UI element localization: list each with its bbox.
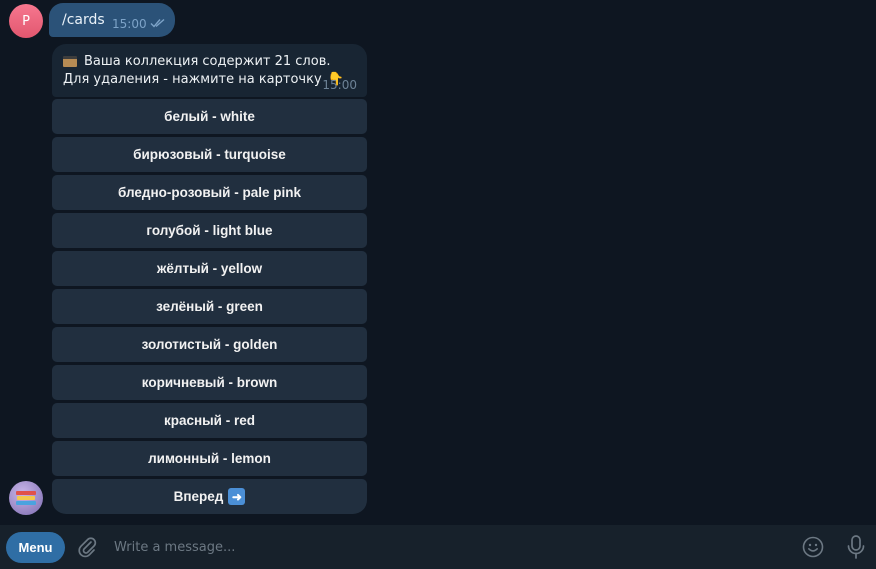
message-text-line-2: Для удаления - нажмите на карточку: [63, 72, 322, 87]
button-label: белый - white: [164, 109, 255, 124]
microphone-icon[interactable]: [846, 535, 866, 559]
message-text: /cards: [62, 12, 105, 28]
keyboard-button[interactable]: бирюзовый - turquoise: [52, 137, 367, 172]
incoming-message[interactable]: Ваша коллекция содержит 21 слов. Для уда…: [52, 44, 367, 97]
user-avatar[interactable]: P: [9, 4, 43, 38]
message-line-1: Ваша коллекция содержит 21 слов.: [63, 54, 331, 69]
books-icon: [16, 491, 36, 505]
message-text-line-1: Ваша коллекция содержит 21 слов.: [84, 54, 331, 69]
keyboard-button[interactable]: белый - white: [52, 99, 367, 134]
button-label: красный - red: [163, 413, 255, 428]
message-time: 15:00: [112, 17, 147, 31]
bot-avatar[interactable]: [9, 481, 43, 515]
message-input[interactable]: [106, 532, 792, 562]
button-label: коричневый - brown: [141, 375, 278, 390]
menu-label: Menu: [18, 540, 53, 555]
clapper-board-icon: [63, 56, 77, 67]
next-page-button[interactable]: Вперед ➜: [52, 479, 367, 514]
keyboard-button[interactable]: жёлтый - yellow: [52, 251, 367, 286]
keyboard-button[interactable]: бледно-розовый - pale pink: [52, 175, 367, 210]
button-label: зелёный - green: [156, 299, 263, 314]
keyboard-button[interactable]: лимонный - lemon: [52, 441, 367, 476]
keyboard-button[interactable]: голубой - light blue: [52, 213, 367, 248]
button-label: голубой - light blue: [146, 223, 273, 238]
button-label: бирюзовый - turquoise: [133, 147, 286, 162]
menu-button[interactable]: Menu: [6, 532, 65, 563]
avatar-letter: P: [22, 13, 30, 29]
paperclip-icon[interactable]: [77, 536, 97, 558]
double-check-icon: [150, 18, 165, 28]
keyboard-button[interactable]: зелёный - green: [52, 289, 367, 324]
keyboard-button[interactable]: коричневый - brown: [52, 365, 367, 400]
outgoing-message[interactable]: /cards 15:00: [49, 3, 175, 37]
arrow-right-icon: ➜: [228, 488, 246, 505]
keyboard-button[interactable]: золотистый - golden: [52, 327, 367, 362]
keyboard-button[interactable]: красный - red: [52, 403, 367, 438]
button-label: жёлтый - yellow: [156, 261, 263, 276]
message-composer: Menu: [0, 525, 876, 569]
button-label: бледно-розовый - pale pink: [118, 185, 301, 200]
message-time: 15:00: [322, 78, 357, 92]
button-label: золотистый - golden: [141, 337, 278, 352]
button-label: Вперед: [173, 489, 224, 504]
emoji-icon[interactable]: [802, 536, 824, 558]
button-label: лимонный - lemon: [148, 451, 271, 466]
message-line-2: Для удаления - нажмите на карточку 👇: [63, 72, 344, 87]
